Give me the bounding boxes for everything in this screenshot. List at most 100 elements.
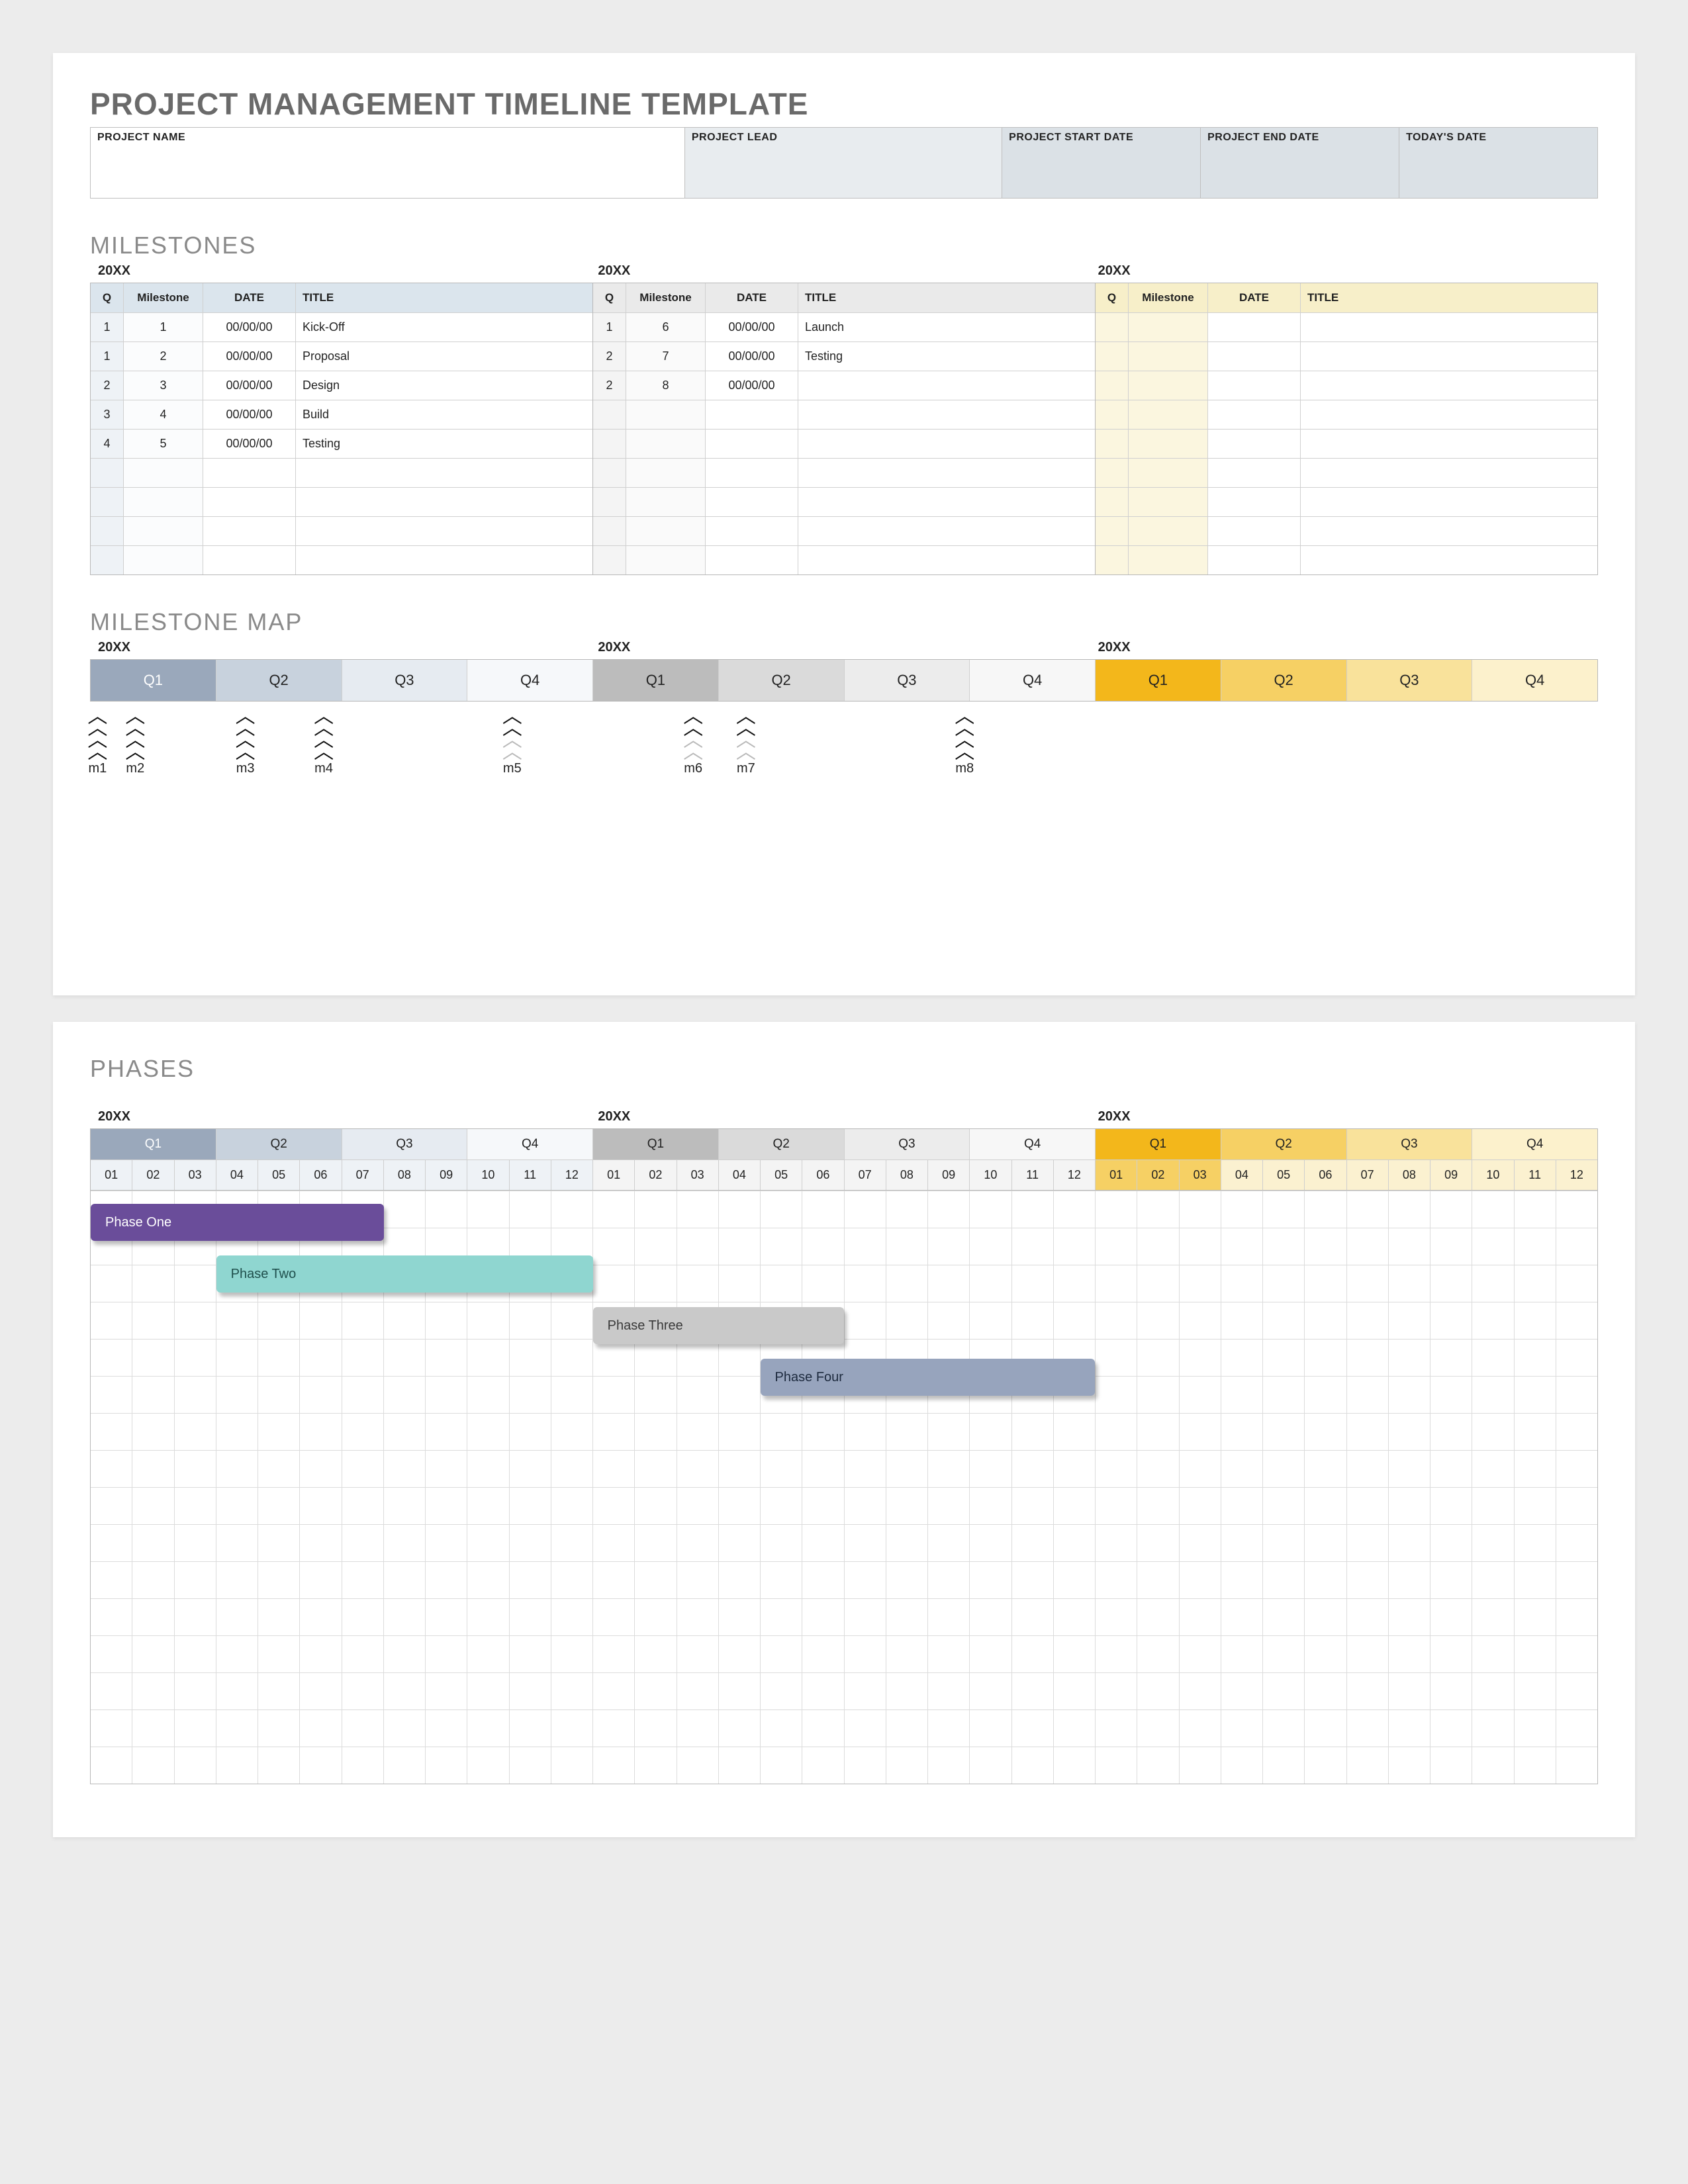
cell-title[interactable] [1301,430,1597,458]
grid-cell[interactable] [1430,1488,1472,1524]
grid-cell[interactable] [342,1488,384,1524]
grid-cell[interactable] [216,1673,258,1709]
cell-milestone[interactable] [124,517,203,545]
grid-cell[interactable] [802,1636,844,1672]
grid-cell[interactable] [342,1636,384,1672]
cell-q[interactable] [593,430,626,458]
grid-cell[interactable] [928,1302,970,1339]
grid-cell[interactable] [175,1488,216,1524]
grid-cell[interactable] [1221,1414,1263,1450]
cell-date[interactable] [706,517,798,545]
milestone-row[interactable] [593,458,1095,487]
grid-cell[interactable] [928,1265,970,1302]
cell-milestone[interactable]: 8 [626,371,706,400]
grid-cell[interactable] [635,1673,677,1709]
grid-cell[interactable] [677,1191,719,1228]
grid-cell[interactable] [928,1673,970,1709]
milestone-row[interactable] [91,516,592,545]
grid-cell[interactable] [300,1747,342,1784]
grid-cell[interactable] [677,1710,719,1747]
grid-cell[interactable] [1556,1265,1597,1302]
grid-cell[interactable] [384,1302,426,1339]
cell-title[interactable]: Launch [798,313,1095,341]
grid-cell[interactable] [1137,1302,1179,1339]
grid-cell[interactable] [802,1673,844,1709]
cell-q[interactable]: 3 [91,400,124,429]
grid-cell[interactable] [551,1302,593,1339]
grid-cell[interactable] [300,1599,342,1635]
grid-cell[interactable] [1430,1191,1472,1228]
grid-cell[interactable] [677,1377,719,1413]
grid-cell[interactable] [384,1451,426,1487]
grid-cell[interactable] [467,1710,509,1747]
grid-cell[interactable] [426,1747,467,1784]
cell-title[interactable] [1301,313,1597,341]
grid-cell[interactable] [1054,1710,1096,1747]
grid-cell[interactable] [1096,1451,1137,1487]
grid-cell[interactable] [1515,1302,1556,1339]
grid-cell[interactable] [467,1302,509,1339]
cell-q[interactable] [593,400,626,429]
grid-cell[interactable] [1556,1710,1597,1747]
grid-cell[interactable] [928,1488,970,1524]
grid-cell[interactable] [1180,1488,1221,1524]
cell-milestone[interactable] [1129,400,1208,429]
grid-cell[interactable] [132,1636,174,1672]
grid-cell[interactable] [300,1451,342,1487]
grid-cell[interactable] [845,1747,886,1784]
grid-cell[interactable] [1305,1636,1346,1672]
cell-milestone[interactable]: 7 [626,342,706,371]
grid-cell[interactable] [216,1488,258,1524]
cell-date[interactable] [203,517,296,545]
milestone-row[interactable] [593,400,1095,429]
cell-date[interactable] [1208,459,1301,487]
grid-cell[interactable] [175,1562,216,1598]
grid-cell[interactable] [1472,1228,1514,1265]
grid-cell[interactable] [1096,1302,1137,1339]
grid-cell[interactable] [342,1451,384,1487]
cell-milestone[interactable] [1129,342,1208,371]
grid-cell[interactable] [216,1562,258,1598]
grid-cell[interactable] [216,1377,258,1413]
grid-cell[interactable] [1389,1562,1430,1598]
grid-cell[interactable] [1389,1302,1430,1339]
grid-cell[interactable] [175,1377,216,1413]
grid-cell[interactable] [1137,1599,1179,1635]
grid-cell[interactable] [1472,1377,1514,1413]
cell-title[interactable] [798,400,1095,429]
cell-title[interactable] [1301,371,1597,400]
grid-cell[interactable] [677,1747,719,1784]
grid-cell[interactable] [761,1599,802,1635]
grid-cell[interactable] [1012,1228,1054,1265]
grid-cell[interactable] [1012,1747,1054,1784]
grid-cell[interactable] [1430,1673,1472,1709]
grid-cell[interactable] [845,1414,886,1450]
grid-cell[interactable] [467,1636,509,1672]
grid-cell[interactable] [1263,1340,1305,1376]
input-end-date[interactable] [1201,145,1399,198]
grid-cell[interactable] [1012,1414,1054,1450]
cell-q[interactable] [1096,517,1129,545]
grid-cell[interactable] [886,1710,928,1747]
grid-cell[interactable] [132,1747,174,1784]
grid-cell[interactable] [761,1191,802,1228]
grid-cell[interactable] [928,1636,970,1672]
cell-milestone[interactable] [626,459,706,487]
grid-cell[interactable] [1221,1228,1263,1265]
grid-cell[interactable] [635,1414,677,1450]
cell-q[interactable]: 2 [593,371,626,400]
cell-milestone[interactable]: 2 [124,342,203,371]
grid-cell[interactable] [467,1340,509,1376]
grid-cell[interactable] [1347,1302,1389,1339]
cell-title[interactable]: Kick-Off [296,313,592,341]
grid-cell[interactable] [802,1451,844,1487]
grid-cell[interactable] [635,1636,677,1672]
grid-cell[interactable] [1515,1747,1556,1784]
grid-cell[interactable] [886,1562,928,1598]
grid-cell[interactable] [258,1488,300,1524]
cell-date[interactable]: 00/00/00 [706,342,798,371]
grid-cell[interactable] [175,1747,216,1784]
grid-cell[interactable] [1389,1525,1430,1561]
grid-cell[interactable] [635,1488,677,1524]
milestone-row[interactable] [593,429,1095,458]
